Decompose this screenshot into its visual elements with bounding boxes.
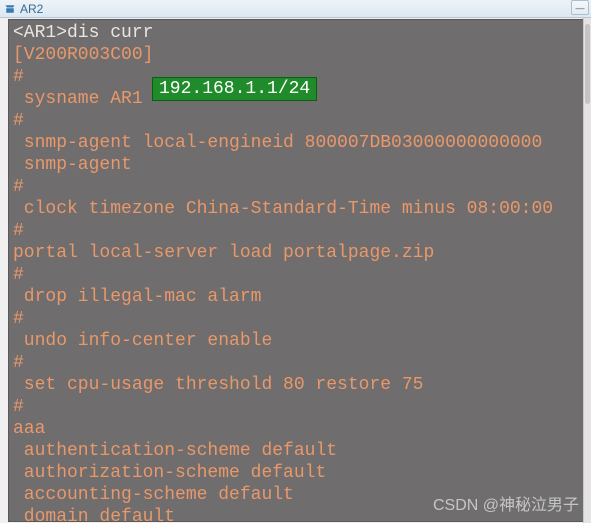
terminal-line: # — [13, 265, 24, 285]
terminal-prompt-line: <AR1>dis curr — [13, 23, 153, 43]
workspace: GE 0/0/0 GE 0/0/0 R AR1 R AR2 <AR1>dis c… — [0, 18, 591, 523]
window-controls: — — [571, 0, 589, 15]
terminal-line: undo info-center enable — [13, 331, 272, 351]
terminal-line: set cpu-usage threshold 80 restore 75 — [13, 375, 423, 395]
terminal-line: accounting-scheme default — [13, 485, 294, 505]
terminal-line: sysname AR1 — [13, 89, 143, 109]
terminal-line: # — [13, 397, 24, 417]
terminal-version: [V200R003C00] — [13, 45, 153, 65]
scrollbar-track[interactable] — [583, 18, 591, 523]
terminal-line: aaa — [13, 419, 45, 439]
window-title: AR2 — [20, 2, 43, 16]
scrollbar-thumb[interactable] — [585, 24, 590, 104]
terminal-line: # — [13, 111, 24, 131]
terminal-line: domain default — [13, 507, 175, 522]
terminal-line: # — [13, 177, 24, 197]
terminal-line: authentication-scheme default — [13, 441, 337, 461]
terminal-line: clock timezone China-Standard-Time minus… — [13, 199, 553, 219]
terminal-line: snmp-agent local-engineid 800007DB030000… — [13, 133, 542, 153]
app-icon — [4, 3, 16, 15]
terminal-line: drop illegal-mac alarm — [13, 287, 261, 307]
terminal-line: # — [13, 309, 24, 329]
terminal-line: snmp-agent — [13, 155, 132, 175]
terminal-line: authorization-scheme default — [13, 463, 326, 483]
title-bar: AR2 — — [0, 0, 591, 18]
terminal-line: portal local-server load portalpage.zip — [13, 243, 434, 263]
terminal-line: # — [13, 353, 24, 373]
terminal-line: # — [13, 67, 24, 87]
ip-address-tag[interactable]: 192.168.1.1/24 — [152, 77, 317, 101]
terminal-line: # — [13, 221, 24, 241]
minimize-button[interactable]: — — [571, 0, 589, 15]
